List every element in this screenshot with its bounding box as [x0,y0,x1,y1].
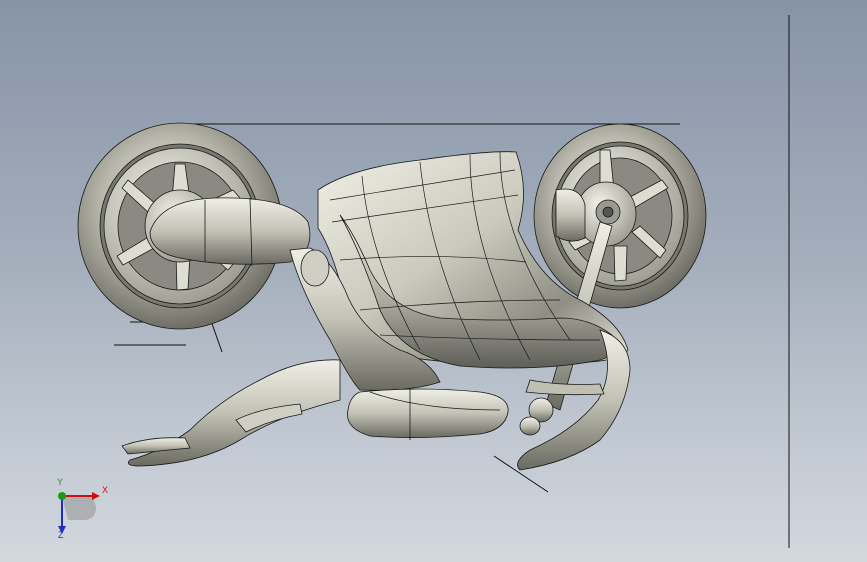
motorcycle-model[interactable] [77,122,707,471]
graphics-viewport[interactable] [0,0,867,562]
exhaust-pipe [347,388,509,438]
right-wheel [533,123,707,309]
y-axis-label: Y [57,477,64,487]
z-axis-label: Z [58,530,64,540]
front-tank [149,197,311,265]
x-axis-label: X [102,485,109,495]
coordinate-triad: X Y Z [44,477,124,550]
